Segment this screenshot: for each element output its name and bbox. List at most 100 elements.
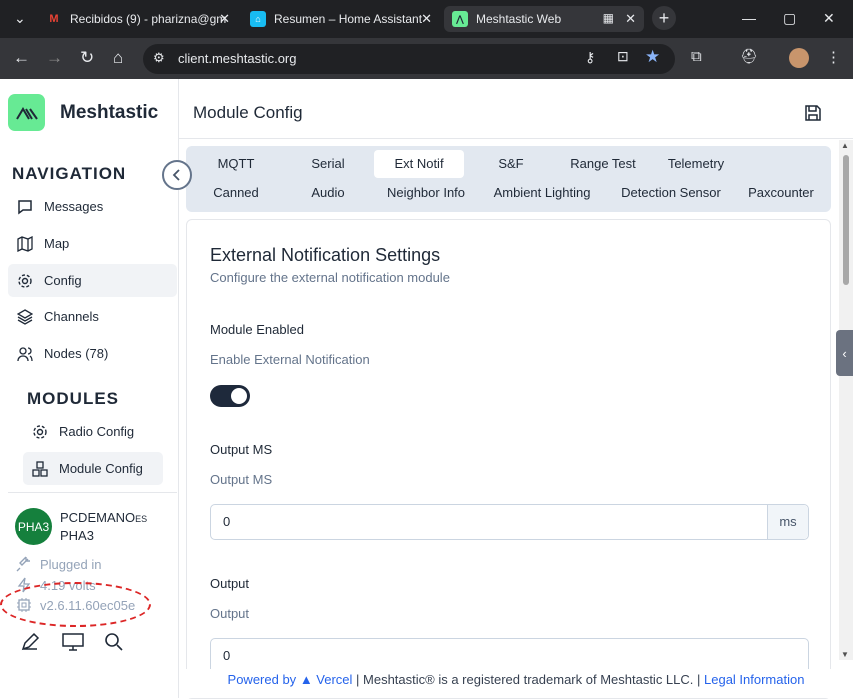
sidebar: Meshtastic NAVIGATION Messages Map Confi…	[0, 79, 179, 698]
side-panel-handle[interactable]: ‹	[836, 330, 853, 376]
tab-audio-icon: ▦	[602, 11, 614, 25]
bookmark-star-icon[interactable]: ★	[645, 47, 660, 67]
tab-detection-sensor[interactable]: Detection Sensor	[610, 179, 732, 207]
sidebar-item-radio-config[interactable]: Radio Config	[23, 415, 163, 448]
tab-paxcounter[interactable]: Paxcounter	[740, 179, 822, 207]
chevron-left-icon	[172, 169, 180, 181]
sidebar-item-label: Channels	[44, 309, 99, 324]
page-header: Module Config	[179, 79, 853, 139]
vercel-link[interactable]: ▲ Vercel	[300, 672, 353, 687]
browser-tab-home-assistant[interactable]: ⌂ Resumen – Home Assistant ✕	[242, 6, 440, 32]
sidebar-item-label: Config	[44, 273, 82, 288]
tab-ambient-lighting[interactable]: Ambient Lighting	[486, 179, 598, 207]
settings-card: External Notification Settings Configure…	[186, 219, 831, 699]
module-enabled-label: Module Enabled	[210, 322, 304, 337]
device-short-name: PHA3	[60, 528, 94, 543]
module-tabs: MQTT Serial Ext Notif S&F Range Test Tel…	[186, 146, 831, 212]
close-tab-icon[interactable]: ✕	[219, 11, 230, 27]
tab-sf[interactable]: S&F	[476, 150, 546, 178]
save-icon[interactable]	[804, 104, 822, 127]
tab-range-test[interactable]: Range Test	[558, 150, 648, 178]
home-icon[interactable]: ⌂	[113, 48, 123, 68]
power-text: Plugged in	[40, 556, 102, 572]
toggle-knob	[231, 388, 247, 404]
collapse-sidebar-button[interactable]	[162, 160, 192, 190]
tab-telemetry[interactable]: Telemetry	[656, 150, 736, 178]
sidebar-divider	[8, 492, 177, 493]
ms-unit: ms	[767, 505, 808, 539]
scroll-up-icon[interactable]: ▲	[841, 141, 849, 150]
install-app-icon[interactable]: ⊡	[617, 48, 629, 65]
minimize-icon[interactable]: —	[742, 10, 756, 26]
tab-audio[interactable]: Audio	[288, 179, 368, 207]
gmail-icon: M	[49, 13, 59, 25]
new-tab-button[interactable]: +	[652, 6, 676, 30]
menu-icon[interactable]: ⋮	[826, 48, 841, 66]
tab-ext-notif[interactable]: Ext Notif	[374, 150, 464, 178]
browser-tab-gmail[interactable]: M Recibidos (9) - pharizna@gm ✕	[38, 6, 238, 32]
close-tab-icon[interactable]: ✕	[421, 11, 432, 27]
brand-name: Meshtastic	[60, 102, 159, 123]
navigation-title: NAVIGATION	[12, 164, 127, 183]
monitor-icon[interactable]	[62, 632, 84, 657]
back-icon[interactable]: ←	[13, 48, 30, 68]
meshtastic-icon: ⋀	[452, 11, 468, 27]
module-enabled-desc: Enable External Notification	[210, 352, 370, 367]
browser-tab-meshtastic[interactable]: ⋀ Meshtastic Web ▦ ✕	[444, 6, 644, 32]
users-icon	[16, 345, 34, 363]
close-window-icon[interactable]: ✕	[823, 10, 835, 27]
tab-canned[interactable]: Canned	[196, 179, 276, 207]
site-info-icon[interactable]: ⚙	[153, 50, 165, 66]
tab-title: Resumen – Home Assistant	[274, 12, 423, 26]
output-ms-value: 0	[223, 514, 231, 529]
avatar: PHA3	[15, 508, 52, 545]
tab-serial[interactable]: Serial	[288, 150, 368, 178]
sidebar-item-channels[interactable]: Channels	[8, 300, 177, 333]
key-icon[interactable]: ⚷	[585, 49, 595, 66]
sidebar-item-config[interactable]: Config	[8, 264, 177, 297]
reload-icon[interactable]: ↻	[80, 48, 94, 68]
map-icon	[16, 235, 34, 253]
gear-icon	[16, 272, 34, 290]
browser-tab-strip: ⌄ M Recibidos (9) - pharizna@gm ✕ ⌂ Resu…	[0, 0, 853, 38]
highlight-annotation	[0, 582, 151, 627]
page-title: Module Config	[193, 103, 303, 122]
output-ms-field[interactable]: 0 ms	[210, 504, 809, 540]
gear-icon	[31, 423, 49, 441]
sidebar-item-label: Nodes (78)	[44, 346, 109, 361]
output-label: Output	[210, 576, 250, 591]
output-ms-desc: Output MS	[210, 472, 273, 487]
profile-avatar[interactable]	[789, 48, 809, 68]
module-enabled-toggle[interactable]	[210, 385, 250, 407]
maximize-icon[interactable]: ▢	[783, 10, 796, 27]
close-tab-icon[interactable]: ✕	[625, 11, 636, 27]
legal-link[interactable]: Legal Information	[704, 672, 804, 687]
device-name: PCDEMANOES	[60, 510, 147, 525]
tab-neighbor-info[interactable]: Neighbor Info	[374, 179, 478, 207]
tab-search-icon[interactable]: ⌄	[14, 10, 26, 27]
extensions-icon[interactable]: ⧉	[691, 48, 702, 65]
meshtastic-logo-icon	[15, 106, 38, 120]
powered-by-link[interactable]: Powered by	[228, 672, 297, 687]
search-icon[interactable]	[104, 632, 124, 657]
tab-title: Meshtastic Web	[476, 12, 562, 26]
forward-icon[interactable]: →	[46, 48, 63, 68]
url-text[interactable]: client.meshtastic.org	[178, 51, 297, 66]
sidebar-item-messages[interactable]: Messages	[8, 190, 177, 223]
scroll-down-icon[interactable]: ▼	[841, 650, 849, 659]
main-content: Module Config MQTT Serial Ext Notif S&F …	[179, 79, 853, 699]
scrollbar-thumb[interactable]	[843, 155, 849, 285]
edit-icon[interactable]	[20, 632, 40, 657]
incognito-icon[interactable]: ⛑	[740, 48, 758, 65]
card-title: External Notification Settings	[210, 245, 441, 265]
home-assistant-icon: ⌂	[250, 11, 266, 27]
sidebar-item-label: Messages	[44, 199, 104, 214]
tab-mqtt[interactable]: MQTT	[196, 150, 276, 178]
sidebar-item-map[interactable]: Map	[8, 227, 177, 260]
sidebar-item-nodes[interactable]: Nodes (78)	[8, 337, 177, 370]
tab-title: Recibidos (9) - pharizna@gm	[70, 12, 227, 26]
output-desc: Output	[210, 606, 250, 621]
layers-icon	[16, 308, 34, 326]
footer: Powered by ▲ Vercel | Meshtastic® is a r…	[179, 669, 853, 698]
sidebar-item-module-config[interactable]: Module Config	[23, 452, 163, 485]
